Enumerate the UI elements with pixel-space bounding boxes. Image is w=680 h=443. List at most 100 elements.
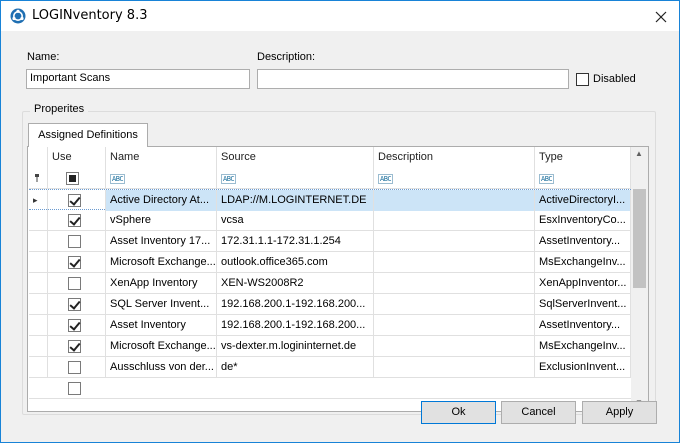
source-cell[interactable]: 172.31.1.1-172.31.1.254 — [217, 231, 374, 252]
properties-group-title: Properites — [30, 103, 89, 115]
use-checkbox[interactable] — [68, 256, 81, 269]
name-cell[interactable]: XenApp Inventory — [106, 273, 217, 294]
tab-assigned-definitions[interactable]: Assigned Definitions — [28, 123, 148, 147]
row-indicator-cell — [29, 336, 48, 357]
description-cell[interactable] — [374, 190, 535, 211]
use-cell[interactable] — [48, 336, 106, 357]
name-cell[interactable]: Asset Inventory 17... — [106, 231, 217, 252]
loginventory-app-icon — [10, 8, 26, 24]
use-checkbox[interactable] — [68, 382, 81, 395]
description-cell[interactable] — [374, 336, 535, 357]
name-cell[interactable]: vSphere — [106, 210, 217, 231]
type-cell[interactable]: MsExchangeInv... — [535, 336, 631, 357]
type-cell[interactable]: EsxInventoryCo... — [535, 210, 631, 231]
table-row[interactable]: ▸ Active Directory At... LDAP://M.LOGINTER… — [29, 189, 631, 211]
name-cell[interactable]: Microsoft Exchange... — [106, 252, 217, 273]
assigned-definitions-panel: Use Name Source Description Type ABC ABC… — [27, 146, 649, 412]
description-cell[interactable] — [374, 315, 535, 336]
type-cell[interactable]: SqlServerInvent... — [535, 294, 631, 315]
close-icon[interactable] — [653, 9, 669, 25]
table-row[interactable]: vSphere vcsa EsxInventoryCo... — [29, 210, 631, 231]
use-checkbox[interactable] — [68, 340, 81, 353]
table-row[interactable]: Microsoft Exchange... vs-dexter.m.loginin… — [29, 336, 631, 357]
description-cell[interactable] — [374, 210, 535, 231]
name-field[interactable]: Important Scans — [26, 69, 250, 89]
source-cell[interactable]: vs-dexter.m.logininternet.de — [217, 336, 374, 357]
vertical-scrollbar[interactable]: ▲ ▼ — [631, 147, 648, 411]
filter-source-cell[interactable]: ABC — [217, 168, 374, 189]
description-cell[interactable] — [374, 357, 535, 378]
description-cell[interactable] — [374, 273, 535, 294]
type-cell[interactable]: AssetInventory... — [535, 315, 631, 336]
source-cell[interactable]: outlook.office365.com — [217, 252, 374, 273]
table-row[interactable]: Ausschluss von der... de* ExclusionInvent.… — [29, 357, 631, 378]
table-row[interactable]: XenApp Inventory XEN-WS2008R2 XenAppInvent… — [29, 273, 631, 294]
use-checkbox[interactable] — [68, 277, 81, 290]
ok-button[interactable]: Ok — [421, 401, 496, 424]
use-checkbox[interactable] — [68, 361, 81, 374]
column-header-source[interactable]: Source — [217, 147, 374, 168]
type-cell[interactable]: ActiveDirectoryI... — [535, 190, 631, 211]
use-cell[interactable] — [48, 231, 106, 252]
use-cell[interactable] — [48, 357, 106, 378]
use-checkbox[interactable] — [68, 214, 81, 227]
table-row-partial[interactable] — [29, 378, 631, 399]
table-row[interactable]: Microsoft Exchange... outlook.office365.c… — [29, 252, 631, 273]
description-cell[interactable] — [374, 252, 535, 273]
row-indicator-cell — [29, 294, 48, 315]
source-cell[interactable]: 192.168.200.1-192.168.200... — [217, 315, 374, 336]
use-cell[interactable] — [48, 294, 106, 315]
column-header-description[interactable]: Description — [374, 147, 535, 168]
type-cell[interactable]: ExclusionInvent... — [535, 357, 631, 378]
use-cell[interactable] — [48, 273, 106, 294]
name-label: Name: — [27, 51, 60, 63]
table-row[interactable]: SQL Server Invent... 192.168.200.1-192.16… — [29, 294, 631, 315]
row-indicator-cell — [29, 357, 48, 378]
use-cell[interactable] — [48, 252, 106, 273]
description-cell[interactable] — [374, 294, 535, 315]
type-cell[interactable]: XenAppInventor... — [535, 273, 631, 294]
source-cell[interactable]: LDAP://M.LOGINTERNET.DE — [217, 190, 374, 211]
disabled-label: Disabled — [593, 73, 636, 85]
use-checkbox[interactable] — [68, 194, 81, 207]
filter-use-checkbox[interactable] — [66, 172, 79, 185]
name-cell[interactable]: Active Directory At... — [106, 190, 217, 211]
column-header-use[interactable]: Use — [48, 147, 106, 168]
source-cell[interactable]: de* — [217, 357, 374, 378]
description-label: Description: — [257, 51, 316, 63]
column-header-name[interactable]: Name — [106, 147, 217, 168]
table-row[interactable]: Asset Inventory 192.168.200.1-192.168.200… — [29, 315, 631, 336]
scroll-up-icon[interactable]: ▲ — [635, 149, 643, 158]
use-cell[interactable] — [48, 210, 106, 231]
dialog-window: LOGINventory 8.3 Name: Important Scans D… — [0, 0, 680, 443]
name-cell[interactable]: Asset Inventory — [106, 315, 217, 336]
filter-type-cell[interactable]: ABC — [535, 168, 631, 189]
source-cell[interactable]: 192.168.200.1-192.168.200... — [217, 294, 374, 315]
row-indicator-cell — [29, 273, 48, 294]
filter-use-cell[interactable] — [48, 168, 106, 189]
name-cell[interactable]: Ausschluss von der... — [106, 357, 217, 378]
use-cell[interactable] — [48, 315, 106, 336]
column-header-type[interactable]: Type — [535, 147, 631, 168]
text-filter-icon: ABC — [221, 174, 237, 184]
name-cell[interactable]: Microsoft Exchange... — [106, 336, 217, 357]
apply-button[interactable]: Apply — [582, 401, 657, 424]
name-cell[interactable]: SQL Server Invent... — [106, 294, 217, 315]
use-checkbox[interactable] — [68, 319, 81, 332]
type-cell[interactable]: AssetInventory... — [535, 231, 631, 252]
filter-description-cell[interactable]: ABC — [374, 168, 535, 189]
source-cell[interactable]: XEN-WS2008R2 — [217, 273, 374, 294]
dialog-content: Name: Important Scans Description: Disab… — [1, 31, 679, 442]
type-cell[interactable]: MsExchangeInv... — [535, 252, 631, 273]
filter-name-cell[interactable]: ABC — [106, 168, 217, 189]
use-checkbox[interactable] — [68, 298, 81, 311]
cancel-button[interactable]: Cancel — [501, 401, 576, 424]
scrollbar-thumb[interactable] — [633, 189, 646, 288]
disabled-checkbox[interactable] — [576, 73, 589, 86]
use-checkbox[interactable] — [68, 235, 81, 248]
use-cell[interactable] — [48, 190, 106, 211]
source-cell[interactable]: vcsa — [217, 210, 374, 231]
description-field[interactable] — [257, 69, 569, 89]
description-cell[interactable] — [374, 231, 535, 252]
table-row[interactable]: Asset Inventory 17... 172.31.1.1-172.31.1… — [29, 231, 631, 252]
